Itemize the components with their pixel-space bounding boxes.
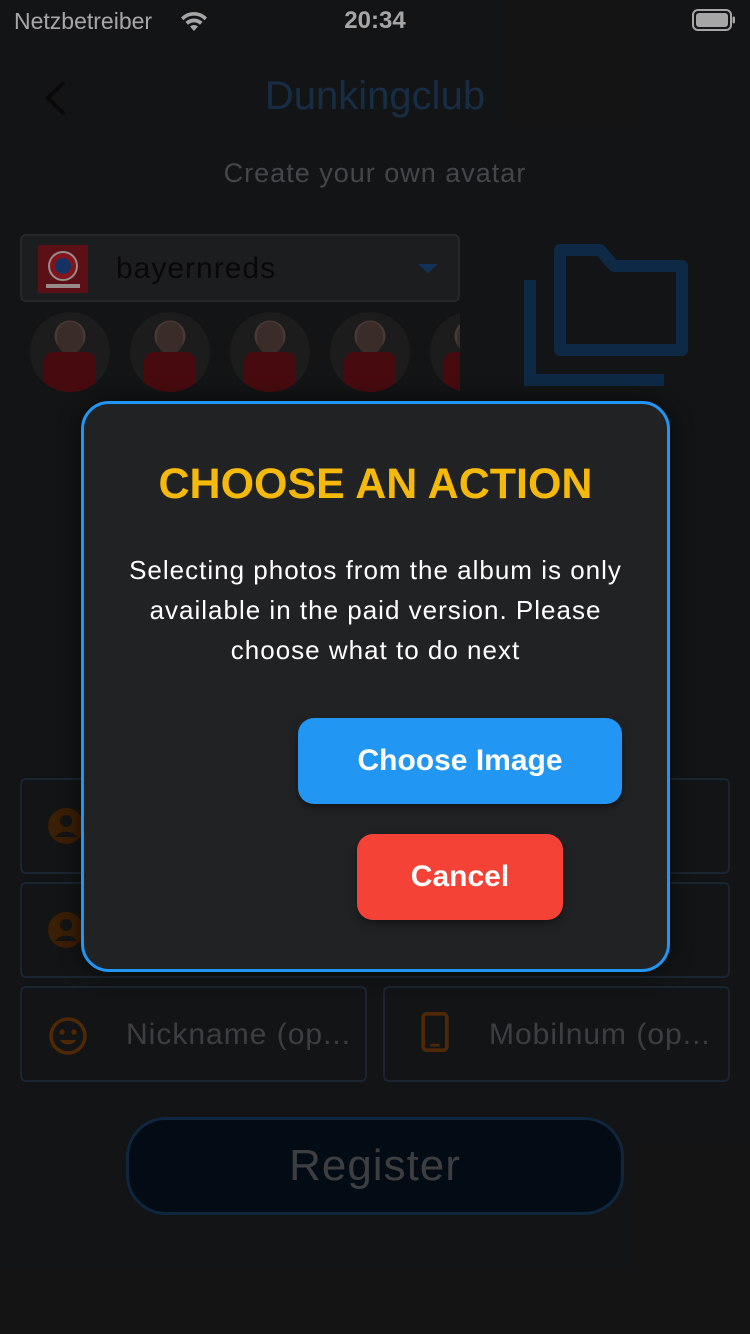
dialog-title: CHOOSE AN ACTION [158, 460, 593, 508]
cancel-button[interactable]: Cancel [357, 834, 563, 920]
choose-image-button[interactable]: Choose Image [298, 718, 622, 804]
register-screen: Netzbetreiber 20:34 Dunkingclub Create y… [0, 0, 750, 1334]
action-dialog: CHOOSE AN ACTION Selecting photos from t… [81, 401, 670, 972]
dialog-message: Selecting photos from the album is only … [129, 555, 622, 665]
